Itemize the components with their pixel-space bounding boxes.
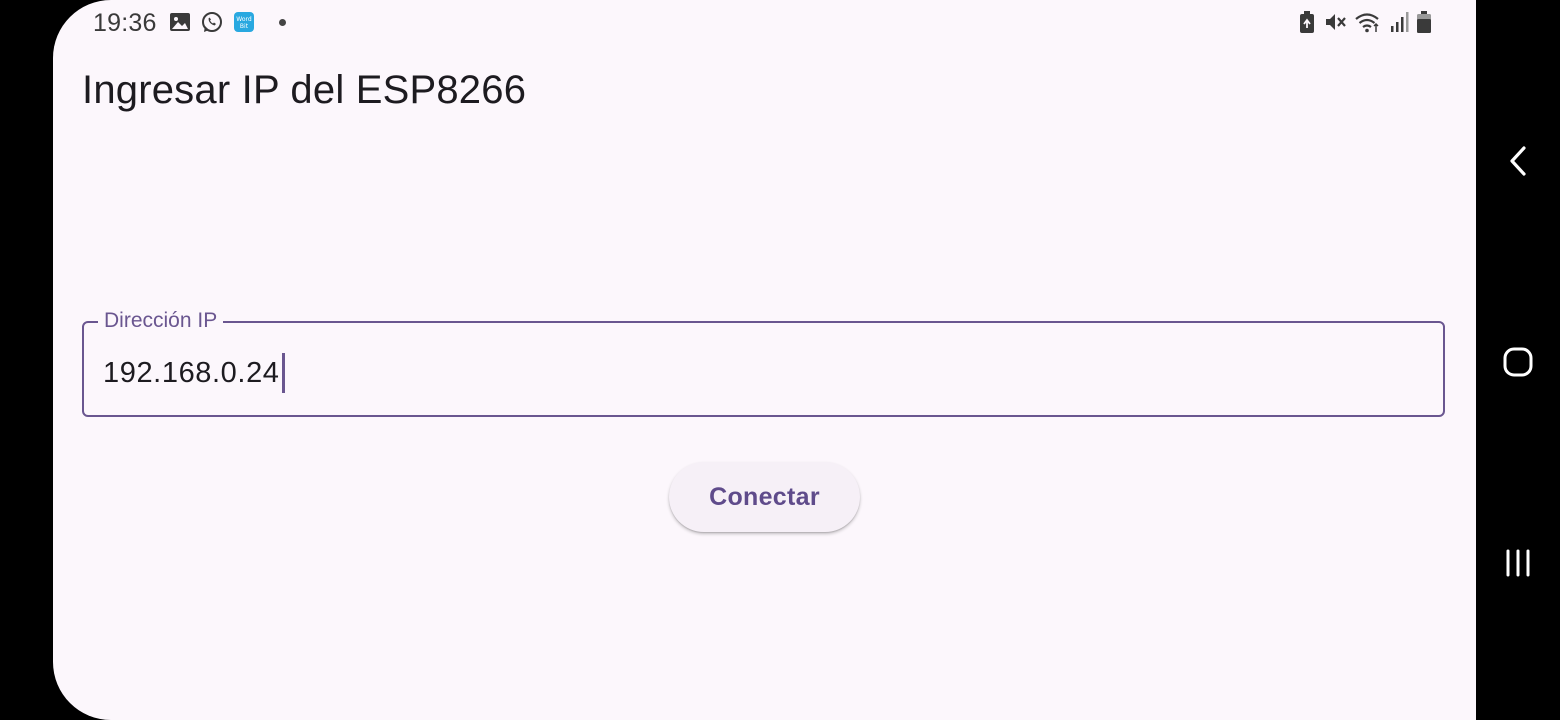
connect-button[interactable]: Conectar xyxy=(669,462,860,532)
home-icon[interactable] xyxy=(1498,342,1538,382)
notification-icons: Word Bit xyxy=(169,11,286,33)
system-status-icons xyxy=(1298,10,1432,34)
battery-saver-icon xyxy=(1298,10,1316,34)
ip-input[interactable]: 192.168.0.24 xyxy=(103,355,280,391)
vibrate-mute-icon xyxy=(1323,10,1347,34)
wordbit-icon: Word Bit xyxy=(233,11,255,33)
image-icon xyxy=(169,11,191,33)
ip-field-label: Dirección IP xyxy=(98,309,224,333)
text-cursor xyxy=(281,353,285,393)
signal-icon xyxy=(1389,10,1409,34)
ip-address-field[interactable]: Dirección IP 192.168.0.24 xyxy=(82,309,1445,417)
svg-text:Word: Word xyxy=(236,16,252,23)
back-icon[interactable] xyxy=(1498,141,1538,181)
page-title: Ingresar IP del ESP8266 xyxy=(82,68,527,112)
ip-field-input-area[interactable]: 192.168.0.24 xyxy=(103,353,285,393)
svg-text:Bit: Bit xyxy=(240,23,249,30)
more-notifications-dot xyxy=(279,18,286,26)
wifi-icon xyxy=(1354,10,1382,34)
recents-icon[interactable] xyxy=(1498,543,1538,583)
status-time: 19:36 xyxy=(93,9,157,37)
app-screen: 19:36 Word Bit Ingresar IP del ESP8266 D… xyxy=(53,0,1476,720)
battery-icon xyxy=(1416,10,1432,34)
status-bar: 19:36 Word Bit xyxy=(53,0,1476,44)
navigation-bar xyxy=(1476,0,1560,720)
whatsapp-icon xyxy=(201,11,223,33)
